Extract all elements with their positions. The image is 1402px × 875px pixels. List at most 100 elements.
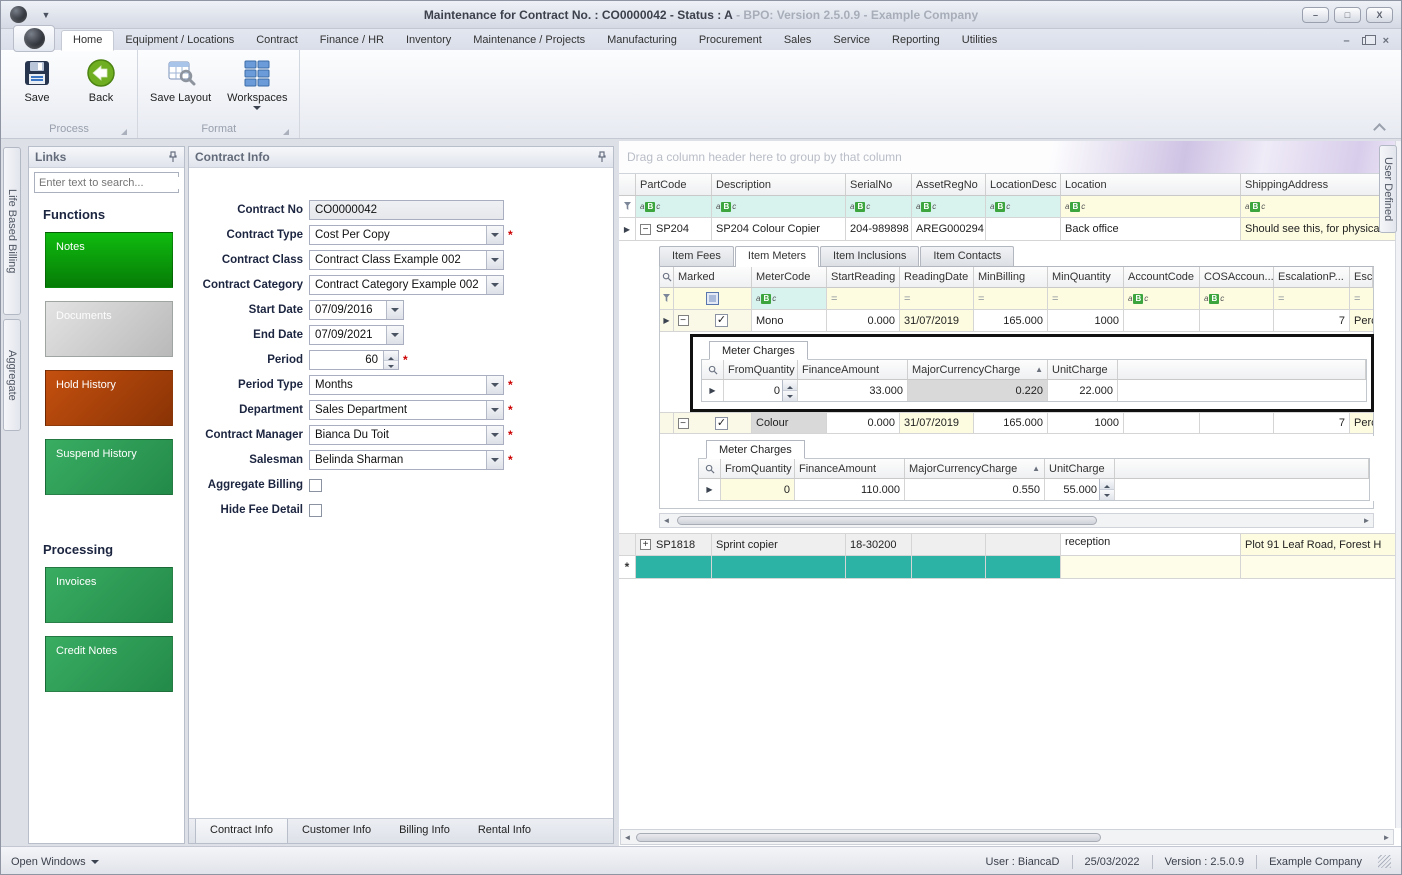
new-cell-partcode[interactable] <box>636 556 712 578</box>
column-header-serialno[interactable]: SerialNo <box>846 174 912 195</box>
tab-rental-info[interactable]: Rental Info <box>464 819 545 843</box>
dropdown-arrow-icon[interactable] <box>486 226 503 244</box>
edge-tab-user-defined[interactable]: User Defined <box>1379 145 1397 233</box>
ribbon-tab-equipment-locations[interactable]: Equipment / Locations <box>114 31 245 50</box>
spin-buttons-icon[interactable] <box>1099 479 1114 500</box>
scroll-right-icon[interactable]: ► <box>1362 516 1371 525</box>
cell-accountcode[interactable] <box>1124 310 1200 331</box>
scrollbar-thumb[interactable] <box>677 516 1097 525</box>
dropdown-arrow-icon[interactable] <box>486 276 503 294</box>
expand-row-icon[interactable]: + <box>640 539 651 550</box>
back-button[interactable]: Back <box>73 56 129 106</box>
filter-cell-location[interactable]: aBc <box>1061 196 1241 217</box>
tab-meter-charges[interactable]: Meter Charges <box>709 341 808 360</box>
dropdown-arrow-icon[interactable] <box>486 376 503 394</box>
column-header-majorcurrencycharge[interactable]: MajorCurrencyCharge▲ <box>905 459 1045 478</box>
filter-cell-metercode[interactable]: aBc <box>752 288 827 309</box>
cell-serialno[interactable]: 204-989898 <box>846 218 912 240</box>
new-cell-location[interactable] <box>1061 556 1241 578</box>
cell-majorcurrencycharge[interactable]: 0.550 <box>905 479 1045 500</box>
dropdown-arrow-icon[interactable] <box>486 426 503 444</box>
ribbon-tab-utilities[interactable]: Utilities <box>951 31 1008 50</box>
column-header-majorcurrencycharge[interactable]: MajorCurrencyCharge▲ <box>908 360 1048 379</box>
cell-description[interactable]: SP204 Colour Copier <box>712 218 846 240</box>
cell-fromquantity[interactable]: 0 <box>721 479 795 500</box>
cell-minbilling[interactable]: 165.000 <box>974 310 1048 331</box>
mdi-restore-button[interactable] <box>1362 37 1371 45</box>
filter-cell-locationdesc[interactable]: aBc <box>986 196 1061 217</box>
column-header-financeamount[interactable]: FinanceAmount <box>798 360 908 379</box>
filter-cell-description[interactable]: aBc <box>712 196 846 217</box>
cell-readingdate[interactable]: 31/07/2019 <box>900 413 974 433</box>
filter-cell-minbilling[interactable]: = <box>974 288 1048 309</box>
cell-escalationp[interactable]: 7 <box>1274 310 1350 331</box>
column-header-location[interactable]: Location <box>1061 174 1241 195</box>
search-icon[interactable] <box>660 267 674 287</box>
cell-minbilling[interactable]: 165.000 <box>974 413 1048 433</box>
filter-cell-partcode[interactable]: aBc <box>636 196 712 217</box>
mdi-minimize-button[interactable]: – <box>1343 35 1349 47</box>
cell-metercode[interactable]: Colour <box>752 413 827 433</box>
column-header-unitcharge[interactable]: UnitCharge <box>1045 459 1115 478</box>
charges-row[interactable]: ▶ 0 110.000 0.550 55.000 <box>699 479 1369 500</box>
column-header-financeamount[interactable]: FinanceAmount <box>795 459 905 478</box>
cell-minquantity[interactable]: 1000 <box>1048 310 1124 331</box>
notes-button[interactable]: Notes <box>45 232 173 288</box>
new-cell-locationdesc[interactable] <box>986 556 1061 578</box>
search-icon[interactable] <box>699 459 721 478</box>
cell-readingdate[interactable]: 31/07/2019 <box>900 310 974 331</box>
start-date-picker[interactable]: 07/09/2016 <box>309 300 404 320</box>
collapse-row-icon[interactable]: − <box>674 310 692 331</box>
filter-cell-marked[interactable] <box>674 288 752 309</box>
cell-esca[interactable]: Perc <box>1350 413 1373 433</box>
ribbon-tab-manufacturing[interactable]: Manufacturing <box>596 31 688 50</box>
cell-esca[interactable]: Perc <box>1350 310 1373 331</box>
cell-shippingaddress[interactable]: Plot 91 Leaf Road, Forest H <box>1241 534 1402 555</box>
cell-serialno[interactable]: 18-30200 <box>846 534 912 555</box>
marked-checkbox-cell[interactable]: ✓ <box>692 413 752 433</box>
dropdown-arrow-icon[interactable] <box>486 251 503 269</box>
contract-class-dropdown[interactable]: Contract Class Example 002 <box>309 250 504 270</box>
column-header-cosaccount[interactable]: COSAccoun... <box>1200 267 1274 287</box>
column-header-esca[interactable]: Esca <box>1350 267 1373 287</box>
marked-checkbox[interactable]: ✓ <box>715 417 728 430</box>
invoices-button[interactable]: Invoices <box>45 567 173 623</box>
filter-cell-assetregno[interactable]: aBc <box>912 196 986 217</box>
column-header-minbilling[interactable]: MinBilling <box>974 267 1048 287</box>
tab-item-inclusions[interactable]: Item Inclusions <box>820 246 919 266</box>
salesman-dropdown[interactable]: Belinda Sharman <box>309 450 504 470</box>
collapse-row-icon[interactable]: − <box>640 224 651 235</box>
cell-unitcharge[interactable]: 55.000 <box>1045 479 1115 500</box>
hide-fee-detail-checkbox[interactable] <box>309 504 322 517</box>
cell-partcode[interactable]: +SP1818 <box>636 534 712 555</box>
pin-icon[interactable] <box>168 151 178 163</box>
cell-metercode[interactable]: Mono <box>752 310 827 331</box>
equipment-new-row[interactable]: * <box>619 556 1402 579</box>
ribbon-tab-sales[interactable]: Sales <box>773 31 823 50</box>
cell-escalationp[interactable]: 7 <box>1274 413 1350 433</box>
documents-button[interactable]: Documents <box>45 301 173 357</box>
column-header-fromquantity[interactable]: FromQuantity <box>724 360 798 379</box>
filter-cell-startreading[interactable]: = <box>827 288 900 309</box>
marked-checkbox[interactable]: ✓ <box>715 314 728 327</box>
contract-manager-dropdown[interactable]: Bianca Du Toit <box>309 425 504 445</box>
resize-grip[interactable] <box>1378 855 1391 868</box>
cell-fromquantity[interactable]: 0 <box>724 380 798 401</box>
spin-buttons-icon[interactable] <box>782 380 797 401</box>
new-cell-shippingaddress[interactable] <box>1241 556 1402 578</box>
contract-no-input[interactable]: CO0000042 <box>309 200 504 220</box>
column-header-shippingaddress[interactable]: ShippingAddress <box>1241 174 1402 195</box>
tab-customer-info[interactable]: Customer Info <box>288 819 385 843</box>
dialog-launcher-icon[interactable] <box>283 129 289 135</box>
group-by-band[interactable]: Drag a column header here to group by th… <box>619 141 1402 174</box>
tab-contract-info[interactable]: Contract Info <box>195 819 288 843</box>
cell-cosaccount[interactable] <box>1200 310 1274 331</box>
cell-location[interactable]: reception <box>1061 534 1241 555</box>
dropdown-arrow-icon[interactable] <box>386 326 403 344</box>
meter-row-mono[interactable]: ▶ − ✓ Mono 0.000 31/07/2019 165.000 1000… <box>660 310 1373 332</box>
tab-item-contacts[interactable]: Item Contacts <box>920 246 1014 266</box>
column-header-marked[interactable]: Marked <box>674 267 752 287</box>
column-header-startreading[interactable]: StartReading <box>827 267 900 287</box>
collapse-ribbon-icon[interactable] <box>1373 124 1385 132</box>
ribbon-tab-reporting[interactable]: Reporting <box>881 31 951 50</box>
